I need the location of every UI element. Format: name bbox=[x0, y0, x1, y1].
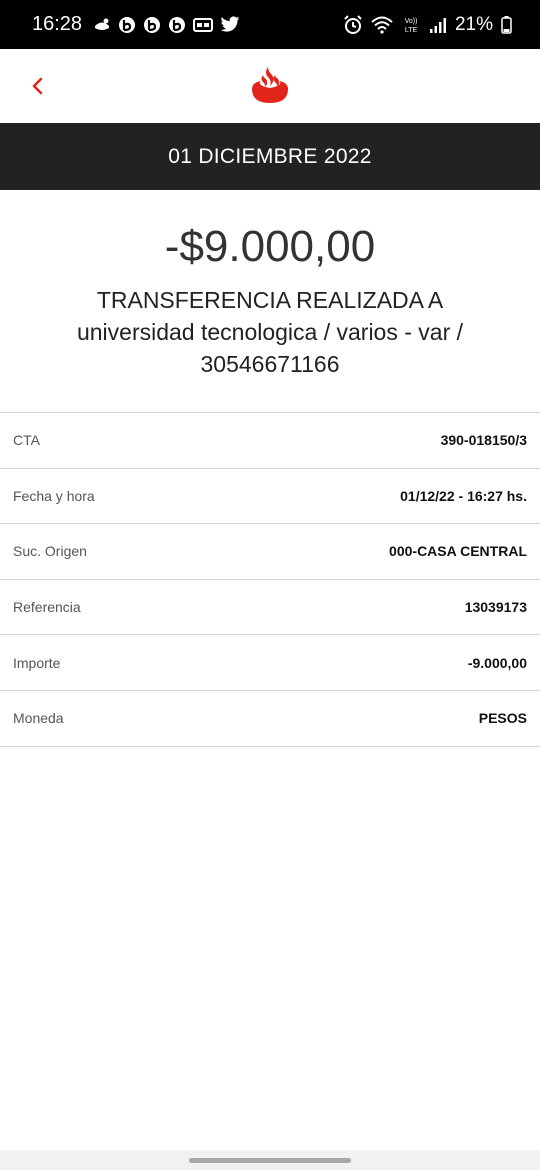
twitter-icon bbox=[220, 16, 240, 33]
detail-label: Fecha y hora bbox=[13, 487, 95, 504]
transaction-recipient-id: 30546671166 bbox=[200, 351, 340, 377]
volte-icon: Vo)) LTE bbox=[401, 15, 421, 35]
status-right: Vo)) LTE 21% bbox=[343, 14, 512, 36]
status-time: 16:28 bbox=[32, 13, 83, 35]
detail-label: CTA bbox=[13, 432, 40, 449]
transaction-title: TRANSFERENCIA REALIZADA A bbox=[96, 287, 444, 313]
detail-row-referencia: Referencia 13039173 bbox=[0, 580, 540, 636]
detail-value: 000-CASA CENTRAL bbox=[389, 543, 527, 560]
battery-icon bbox=[501, 15, 512, 34]
chat-icon bbox=[93, 17, 111, 33]
svg-text:LTE: LTE bbox=[405, 27, 418, 34]
detail-value: -9.000,00 bbox=[467, 654, 527, 671]
detail-row-moneda: Moneda PESOS bbox=[0, 691, 540, 747]
detail-label: Importe bbox=[13, 654, 61, 671]
system-nav-bar bbox=[0, 1150, 540, 1170]
b-app-icon bbox=[168, 16, 186, 34]
wifi-icon bbox=[371, 16, 393, 34]
back-button[interactable] bbox=[22, 71, 52, 101]
home-indicator[interactable] bbox=[189, 1157, 351, 1163]
detail-label: Referencia bbox=[13, 599, 81, 616]
signal-icon bbox=[429, 17, 447, 33]
detail-value: PESOS bbox=[478, 710, 527, 727]
status-left: 16:28 bbox=[32, 13, 240, 36]
card-icon bbox=[193, 17, 214, 33]
detail-row-suc-origen: Suc. Origen 000-CASA CENTRAL bbox=[0, 524, 540, 580]
transaction-description: TRANSFERENCIA REALIZADA A universidad te… bbox=[40, 284, 500, 380]
date-band: 01 DICIEMBRE 2022 bbox=[0, 123, 540, 190]
status-bar: 16:28 Vo)) LTE 21% bbox=[0, 0, 540, 49]
transaction-amount: -$9.000,00 bbox=[164, 222, 376, 271]
alarm-icon bbox=[343, 14, 363, 35]
santander-flame-icon bbox=[249, 66, 291, 106]
app-header bbox=[0, 49, 540, 123]
detail-row-cta: CTA 390-018150/3 bbox=[0, 413, 540, 469]
transaction-recipient: universidad tecnologica / varios - var / bbox=[76, 319, 464, 345]
battery-percent: 21% bbox=[454, 13, 493, 35]
detail-row-importe: Importe -9.000,00 bbox=[0, 635, 540, 691]
detail-label: Moneda bbox=[13, 710, 64, 727]
detail-value: 01/12/22 - 16:27 hs. bbox=[400, 487, 527, 504]
details-list: CTA 390-018150/3 Fecha y hora 01/12/22 -… bbox=[0, 412, 540, 747]
chevron-left-icon bbox=[32, 77, 43, 95]
b-app-icon bbox=[143, 16, 161, 34]
svg-text:Vo)): Vo)) bbox=[405, 18, 418, 25]
detail-label: Suc. Origen bbox=[13, 543, 87, 560]
b-app-icon bbox=[118, 16, 136, 34]
detail-value: 13039173 bbox=[464, 599, 527, 616]
detail-value: 390-018150/3 bbox=[440, 432, 527, 449]
detail-row-fecha-hora: Fecha y hora 01/12/22 - 16:27 hs. bbox=[0, 469, 540, 525]
transaction-date: 01 DICIEMBRE 2022 bbox=[168, 144, 372, 168]
